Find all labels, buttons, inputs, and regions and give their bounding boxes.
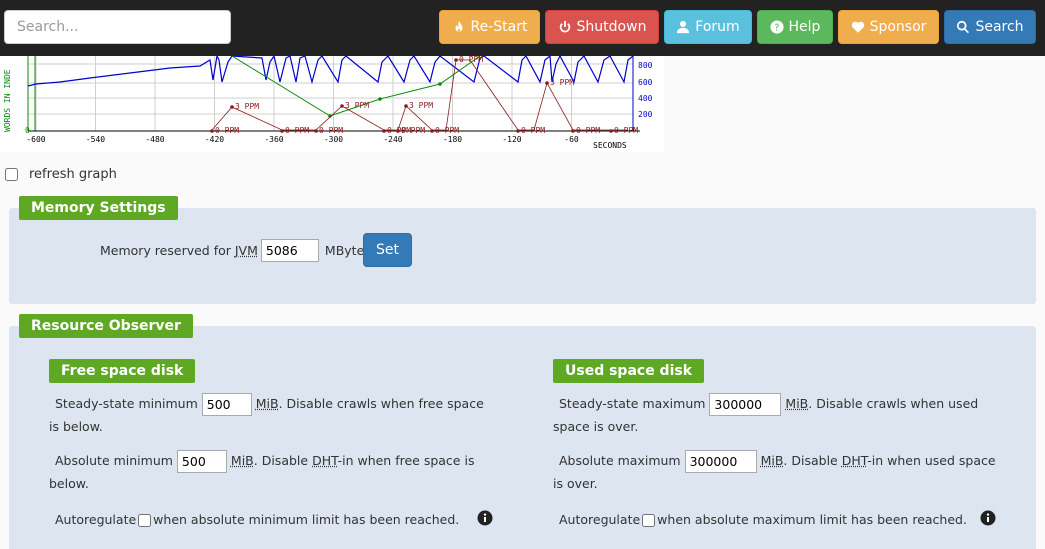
power-icon [559, 20, 570, 33]
graph-x-tick: -420 [205, 135, 224, 144]
ppm-point [230, 105, 234, 109]
free-autoregulate-checkbox[interactable] [138, 514, 152, 527]
help-button[interactable]: Help [757, 10, 833, 44]
ppm-label: 0 PPM [285, 126, 309, 135]
graph-x-tick: -300 [324, 135, 343, 144]
used-autoregulate-checkbox[interactable] [642, 514, 656, 527]
graph-left-zero: 0 [25, 126, 30, 135]
ppm-point [210, 129, 214, 133]
graph-svg: WORDS IN INDE 0 800 600 400 200 -600 -540 -48… [3, 56, 653, 150]
index-graph: WORDS IN INDE 0 800 600 400 200 -600 -540 -48… [0, 56, 664, 152]
refresh-graph-checkbox[interactable] [5, 167, 18, 181]
free-steady-input[interactable] [201, 393, 252, 416]
used-steady-input[interactable] [709, 393, 782, 416]
help-label: Help [788, 19, 821, 35]
ppm-label: 0 PPM [521, 126, 545, 135]
graph-x-tick: -540 [86, 135, 105, 144]
ppm-label: 0 PPM [576, 126, 600, 135]
ppm-label: 3 PPM [550, 78, 574, 87]
fire-icon [455, 20, 463, 33]
ppm-point [516, 129, 520, 133]
free-space-legend: Free space disk [49, 359, 196, 383]
memory-unit: MByte [324, 242, 365, 258]
restart-label: Re-Start [470, 19, 528, 35]
sponsor-label: Sponsor [869, 19, 927, 35]
used-steady-row: Steady-state maximum MiB. Disable crawls… [553, 393, 998, 438]
free-steady-row: Steady-state minimum MiB. Disable crawls… [49, 393, 494, 438]
search-button[interactable]: Search [944, 10, 1036, 44]
ppm-label: 0 PPM [614, 126, 638, 135]
ppm-point [454, 58, 458, 62]
ppm-point [314, 129, 318, 133]
graph-x-tick: -600 [26, 135, 45, 144]
forum-button[interactable]: Forum [664, 10, 752, 44]
ppm-label: 0 PPM [459, 56, 483, 64]
sponsor-button[interactable]: Sponsor [838, 10, 939, 44]
ppm-label: 0 PPM [401, 126, 425, 135]
ppm-point [396, 129, 400, 133]
graph-x-tick: -480 [145, 135, 164, 144]
ppm-label: 0 PPM [319, 126, 343, 135]
search-label: Search [975, 19, 1024, 35]
graph-right-tick: 400 [638, 94, 653, 103]
used-absolute-input[interactable] [684, 450, 757, 473]
memory-label: Memory reserved for JVM [100, 242, 258, 258]
graph-right-tick: 800 [638, 61, 653, 70]
memory-jvm-input[interactable] [260, 238, 319, 262]
graph-x-tick: -360 [264, 135, 283, 144]
info-icon[interactable] [980, 510, 996, 526]
used-absolute-row: Absolute maximum MiB. Disable DHT-in whe… [553, 450, 998, 495]
graph-right-tick: 200 [638, 110, 653, 119]
memory-row: Memory reserved for JVM MByte [100, 233, 364, 267]
shutdown-label: Shutdown [576, 19, 647, 35]
graph-x-tick: -240 [383, 135, 402, 144]
question-circle-icon [769, 20, 784, 34]
graph-x-tick: -120 [502, 135, 521, 144]
free-absolute-row: Absolute minimum MiB. Disable DHT-in whe… [49, 450, 494, 495]
ppm-label: 3 PPM [409, 101, 433, 110]
ppm-label: 0 PPM [215, 126, 239, 135]
forum-label: Forum [695, 19, 740, 35]
shutdown-button[interactable]: Shutdown [545, 10, 659, 44]
top-navbar: Re-Start Shutdown Forum Help Sponsor Sea… [0, 0, 1045, 56]
used-autoregulate-row: Autoregulate when absolute maximum limit … [559, 512, 967, 527]
ppm-point [545, 81, 549, 85]
graph-x-unit: SECONDS [593, 141, 627, 150]
refresh-graph-row: refresh graph [4, 165, 117, 183]
ppm-label: 3 PPM [345, 101, 369, 110]
graph-right-tick: 600 [638, 78, 653, 87]
graph-x-tick: -180 [443, 135, 462, 144]
info-icon[interactable] [477, 510, 493, 526]
ppm-point [340, 104, 344, 108]
ppm-point [404, 104, 408, 108]
resource-observer-legend: Resource Observer [19, 314, 193, 338]
graph-x-tick: -60 [564, 135, 579, 144]
search-input[interactable] [4, 10, 231, 44]
user-icon [677, 20, 690, 34]
search-icon [957, 20, 970, 34]
ppm-point [571, 129, 575, 133]
ppm-label: 0 PPM [435, 126, 459, 135]
ppm-point [430, 129, 434, 133]
restart-button[interactable]: Re-Start [439, 10, 540, 44]
free-autoregulate-row: Autoregulate when absolute minimum limit … [55, 512, 460, 527]
refresh-graph-label: refresh graph [29, 166, 117, 182]
memory-settings-legend: Memory Settings [19, 196, 178, 220]
ppm-label: 3 PPM [235, 102, 259, 111]
used-space-legend: Used space disk [553, 359, 705, 383]
free-absolute-input[interactable] [176, 450, 227, 473]
ppm-point [609, 129, 613, 133]
ppm-point [382, 129, 386, 133]
graph-y-label: WORDS IN INDE [3, 69, 12, 132]
heart-icon [851, 21, 864, 33]
ppm-point [280, 129, 284, 133]
set-memory-button[interactable]: Set [363, 233, 412, 267]
